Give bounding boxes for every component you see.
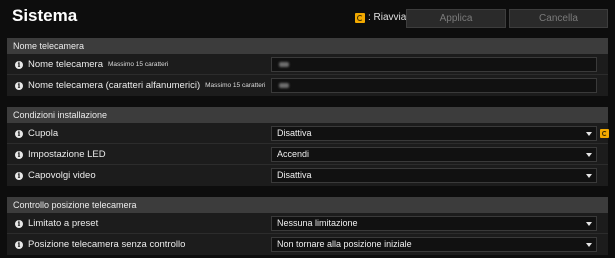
page-title: Sistema [12,6,78,25]
row-hint: Massimo 15 caratteri [205,82,266,89]
row-label: Posizione telecamera senza controllo [28,239,186,250]
idle-position-select[interactable]: Non tornare alla posizione iniziale [271,237,597,252]
select-value: Disattiva [277,128,312,138]
info-icon[interactable]: i [15,150,23,159]
chevron-down-icon [586,132,592,136]
cancel-button[interactable]: Cancella [509,9,608,28]
info-icon[interactable]: i [15,219,23,228]
row-label: Cupola [28,128,59,139]
restart-icon [355,12,365,23]
section-install-conditions: Condizioni installazione i Cupola Disatt… [7,107,609,186]
row-camera-name: i Nome telecamera Massimo 15 caratteri [7,54,608,75]
select-value: Nessuna limitazione [277,218,358,228]
section-header: Controllo posizione telecamera [7,197,608,213]
blurred-value [279,83,289,88]
row-flip-video: i Capovolgi video Disattiva [7,165,608,186]
section-camera-name: Nome telecamera i Nome telecamera Massim… [7,38,608,96]
row-label: Capovolgi video [28,170,96,181]
section-header: Nome telecamera [7,38,608,54]
select-value: Accendi [277,149,310,159]
section-header: Condizioni installazione [7,107,608,123]
row-label: Nome telecamera (caratteri alfanumerici) [28,80,201,91]
info-icon[interactable]: i [15,240,23,249]
dome-select[interactable]: Disattiva [271,126,597,141]
row-camera-name-alnum: i Nome telecamera (caratteri alfanumeric… [7,75,608,96]
restart-legend-label: : Riavvia [368,12,407,23]
camera-name-input[interactable] [271,57,597,72]
info-icon[interactable]: i [15,129,23,138]
camera-name-alnum-input[interactable] [271,78,597,93]
row-label: Nome telecamera [28,59,103,70]
preset-limit-select[interactable]: Nessuna limitazione [271,216,597,231]
row-hint: Massimo 15 caratteri [107,61,169,68]
flip-video-select[interactable]: Disattiva [271,168,597,183]
led-select[interactable]: Accendi [271,147,597,162]
info-icon[interactable]: i [15,171,23,180]
chevron-down-icon [586,222,592,226]
row-label: Impostazione LED [28,149,106,160]
row-label: Limitato a preset [28,218,99,229]
row-led-setting: i Impostazione LED Accendi [7,144,608,165]
section-camera-position: Controllo posizione telecamera i Limitat… [7,197,608,255]
select-value: Non tornare alla posizione iniziale [277,239,412,249]
restart-icon [600,129,609,138]
info-icon[interactable]: i [15,60,23,69]
apply-button[interactable]: Applica [406,9,506,28]
blurred-value [279,62,289,67]
chevron-down-icon [586,174,592,178]
row-preset-limit: i Limitato a preset Nessuna limitazione [7,213,608,234]
select-value: Disattiva [277,170,312,180]
chevron-down-icon [586,153,592,157]
row-dome: i Cupola Disattiva [7,123,609,144]
page-header: Sistema : Riavvia Applica Cancella [0,0,615,36]
row-idle-position: i Posizione telecamera senza controllo N… [7,234,608,255]
info-icon[interactable]: i [15,81,23,90]
chevron-down-icon [586,243,592,247]
restart-legend: : Riavvia [355,12,406,23]
